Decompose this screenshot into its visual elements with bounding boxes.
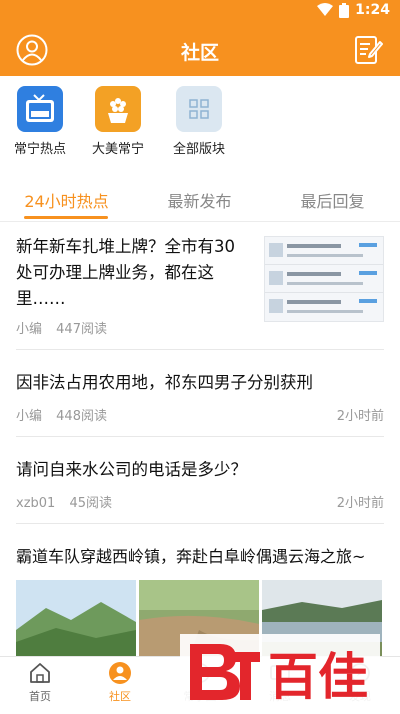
flower-pot-icon [95, 86, 141, 132]
post-title: 请问自来水公司的电话是多少？ [16, 460, 247, 479]
shortcut-all-boards[interactable]: 全部版块 [159, 86, 239, 157]
nav-home[interactable]: 首页 [0, 661, 80, 704]
home-icon [28, 661, 52, 685]
community-icon [108, 661, 132, 685]
post-title: 新年新车扎堆上牌？全市有30 处可办理上牌业务，都在这 里…… [16, 237, 235, 308]
watermark-logo: 百佳 [180, 634, 380, 710]
shortcut-label: 全部版块 [172, 142, 225, 157]
post-meta: xzb01 45阅读 [16, 492, 112, 511]
post-meta: 小编 447阅读 [16, 318, 107, 337]
post-thumbnail [264, 236, 384, 322]
post-title: 霸道车队穿越西岭镇，奔赴白阜岭偶遇云海之旅~ [16, 547, 366, 566]
post-author: 小编 [16, 322, 43, 337]
grid-icon [176, 86, 222, 132]
clock: 1:24 [355, 2, 390, 18]
post-reads: 448阅读 [56, 409, 107, 424]
photo-mountain[interactable] [16, 580, 136, 658]
nav-community[interactable]: 社区 [80, 661, 160, 704]
feed-tabs: 24小时热点 最新发布 最后回复 [0, 176, 400, 222]
shortcut-changning-hot[interactable]: 常宁热点 [0, 86, 80, 157]
page-title: 社区 [180, 42, 219, 64]
post-item[interactable]: 请问自来水公司的电话是多少？ xzb01 45阅读 2小时前 [16, 437, 384, 524]
section-shortcuts: 常宁热点 大美常宁 全部版块 [0, 76, 400, 166]
post-author: 小编 [16, 409, 43, 424]
edit-note-icon [355, 36, 383, 64]
shortcut-label: 常宁热点 [13, 142, 66, 157]
shortcut-beautiful-changning[interactable]: 大美常宁 [78, 86, 158, 157]
post-meta: 小编 448阅读 [16, 405, 107, 424]
tab-24h-hot[interactable]: 24小时热点 [0, 188, 133, 212]
tv-news-icon [17, 86, 63, 132]
shortcut-label: 大美常宁 [91, 142, 144, 157]
post-time: 2小时前 [336, 409, 384, 424]
tab-latest[interactable]: 最新发布 [133, 188, 266, 212]
nav-label: 首页 [29, 690, 51, 703]
post-author: xzb01 [16, 496, 56, 511]
post-item[interactable]: 新年新车扎堆上牌？全市有30 处可办理上牌业务，都在这 里…… 小编 447阅读 [16, 222, 384, 350]
app-bar: 社区 [0, 24, 400, 76]
wifi-icon [317, 3, 334, 16]
post-title: 因非法占用农用地，祁东四男子分别获刑 [16, 373, 313, 392]
svg-text:百佳: 百佳 [268, 648, 368, 706]
post-reads: 447阅读 [56, 322, 107, 337]
tab-last-reply[interactable]: 最后回复 [266, 188, 399, 212]
status-bar: 1:24 [0, 0, 400, 24]
post-time: 2小时前 [336, 496, 384, 511]
compose-post-button[interactable] [354, 34, 384, 66]
battery-icon [339, 2, 350, 18]
post-reads: 45阅读 [69, 496, 112, 511]
nav-label: 社区 [109, 690, 131, 703]
post-item[interactable]: 因非法占用农用地，祁东四男子分别获刑 小编 448阅读 2小时前 [16, 350, 384, 437]
active-tab-indicator [24, 216, 108, 219]
